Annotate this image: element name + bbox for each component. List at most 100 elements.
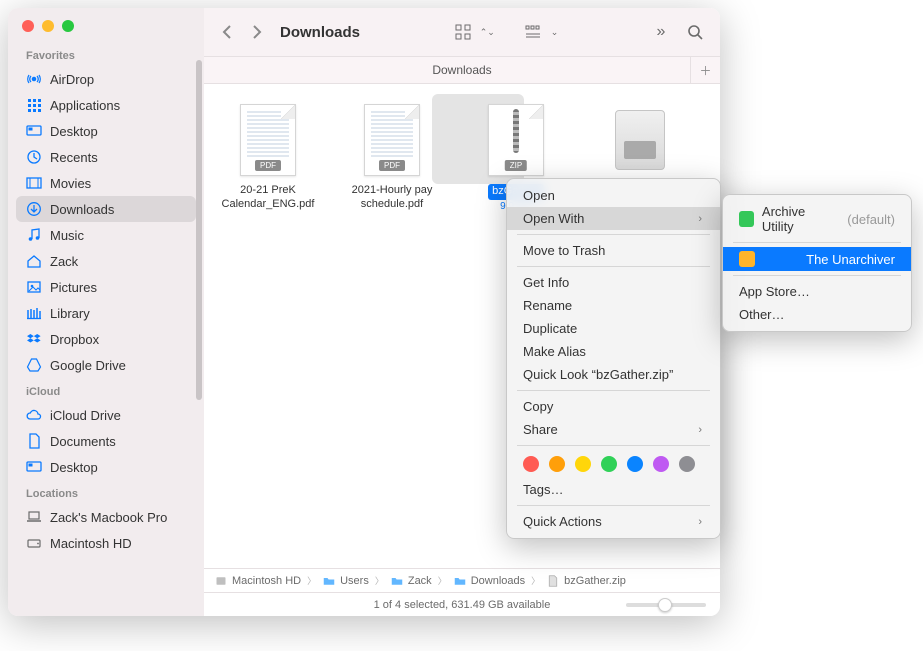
menu-item-move-to-trash[interactable]: Move to Trash [507,239,720,262]
tag-color-dot[interactable] [523,456,539,472]
document-icon [26,433,42,449]
submenu-item-the-unarchiver[interactable]: The Unarchiver [723,247,911,271]
breadcrumb-label: Downloads [471,575,525,587]
sidebar-item-desktop[interactable]: Desktop [16,118,196,144]
add-button[interactable]: ＋ [690,57,720,84]
tag-color-dot[interactable] [627,456,643,472]
file-thumb: ZIP [481,100,551,180]
open-with-submenu: Archive Utility(default) The Unarchiver Ap… [722,194,912,332]
menu-item-get-info[interactable]: Get Info [507,271,720,294]
menu-item-duplicate[interactable]: Duplicate [507,317,720,340]
sidebar-item-movies[interactable]: Movies [16,170,196,196]
search-button[interactable] [682,19,708,45]
menu-item-open-with[interactable]: Open With› [507,207,720,230]
path-bar: Macintosh HD 〉 Users 〉 Zack 〉 Downloads 〉 bzGath… [204,568,720,592]
minimize-window-button[interactable] [42,20,54,32]
finder-window: FavoritesAirDropApplications Desktop Recen… [8,8,720,616]
breadcrumb-item[interactable]: bzGather.zip [546,574,626,588]
menu-item-label: Make Alias [523,344,586,359]
sidebar-item-documents[interactable]: Documents [16,428,196,454]
tag-color-dot[interactable] [549,456,565,472]
sidebar-item-music[interactable]: Music [16,222,196,248]
sidebar-scrollbar[interactable] [196,60,202,400]
updown-icon: ⌃⌄ [480,27,495,38]
file-name: 2021-Hourly pay schedule.pdf [339,184,445,212]
file-item[interactable]: PDF20-21 PreK Calendar_ENG.pdf [214,100,322,212]
app-icon [739,251,755,267]
icon-size-slider[interactable] [626,603,706,607]
sidebar-item-library[interactable]: Library [16,300,196,326]
forward-button[interactable] [246,21,268,43]
sidebar-item-label: Pictures [50,280,97,295]
tag-color-dot[interactable] [601,456,617,472]
sidebar-item-icloud-drive[interactable]: iCloud Drive [16,402,196,428]
chevron-right-icon: 〉 [531,574,540,587]
menu-item-open[interactable]: Open [507,184,720,207]
app-grid-icon [26,97,42,113]
sidebar-item-downloads[interactable]: Downloads [16,196,196,222]
sidebar-item-label: Downloads [50,202,114,217]
sidebar-item-macintosh-hd[interactable]: Macintosh HD [16,530,196,556]
chevron-right-icon: 〉 [438,574,447,587]
sidebar-item-applications[interactable]: Applications [16,92,196,118]
back-button[interactable] [216,21,238,43]
menu-item-label: Get Info [523,275,569,290]
sidebar-item-zack[interactable]: Zack [16,248,196,274]
menu-item-tags[interactable]: Tags… [507,478,720,501]
sidebar-item-desktop[interactable]: Desktop [16,454,196,480]
more-button[interactable]: » [648,19,674,45]
column-header-title: Downloads [432,63,491,77]
breadcrumb-item[interactable]: Users [322,574,369,588]
menu-item-share[interactable]: Share› [507,418,720,441]
breadcrumb-label: Zack [408,575,432,587]
chevron-right-icon: 〉 [307,574,316,587]
zoom-window-button[interactable] [62,20,74,32]
menu-item-quick-look-bzgather-zip[interactable]: Quick Look “bzGather.zip” [507,363,720,386]
chevron-right-icon: › [698,516,702,528]
sidebar-item-label: Zack [50,254,78,269]
tag-color-dot[interactable] [575,456,591,472]
app-icon [739,211,754,227]
menu-item-label: Quick Look “bzGather.zip” [523,367,673,382]
sidebar-item-label: Desktop [50,460,98,475]
chevron-right-icon: › [698,424,702,436]
menu-separator [517,390,710,391]
submenu-item-other[interactable]: Other… [723,303,911,326]
menu-item-rename[interactable]: Rename [507,294,720,317]
breadcrumb-item[interactable]: Downloads [453,574,525,588]
chevron-right-icon: 〉 [375,574,384,587]
sidebar-item-label: Macintosh HD [50,536,132,551]
pictures-icon [26,279,42,295]
file-item[interactable]: PDF2021-Hourly pay schedule.pdf [338,100,446,212]
file-item[interactable] [586,100,694,184]
download-icon [26,201,42,217]
breadcrumb-item[interactable]: Zack [390,574,432,588]
submenu-item-archive-utility[interactable]: Archive Utility(default) [723,200,911,238]
tag-color-dot[interactable] [679,456,695,472]
tag-color-dot[interactable] [653,456,669,472]
menu-item-make-alias[interactable]: Make Alias [507,340,720,363]
menu-item-quick-actions[interactable]: Quick Actions› [507,510,720,533]
sidebar-item-airdrop[interactable]: AirDrop [16,66,196,92]
menu-separator [733,242,901,243]
sidebar-item-google-drive[interactable]: Google Drive [16,352,196,378]
submenu-item-app-store[interactable]: App Store… [723,280,911,303]
close-window-button[interactable] [22,20,34,32]
file-icon [546,574,560,588]
breadcrumb-item[interactable]: Macintosh HD [214,574,301,588]
sidebar-item-label: Desktop [50,124,98,139]
dropbox-icon [26,331,42,347]
window-title: Downloads [280,24,360,41]
menu-item-copy[interactable]: Copy [507,395,720,418]
sidebar-section-label: Favorites [8,42,204,66]
sidebar-item-pictures[interactable]: Pictures [16,274,196,300]
sidebar-item-recents[interactable]: Recents [16,144,196,170]
sidebar-item-dropbox[interactable]: Dropbox [16,326,196,352]
toolbar: Downloads ⌃⌄ ⌄ » [204,8,720,56]
gdrive-icon [26,357,42,373]
view-icon-button[interactable]: ⌃⌄ [450,19,495,45]
group-by-button[interactable]: ⌄ [521,19,559,45]
sidebar-item-zack-s-macbook-pro[interactable]: Zack's Macbook Pro [16,504,196,530]
breadcrumb-label: Macintosh HD [232,575,301,587]
home-icon [26,253,42,269]
